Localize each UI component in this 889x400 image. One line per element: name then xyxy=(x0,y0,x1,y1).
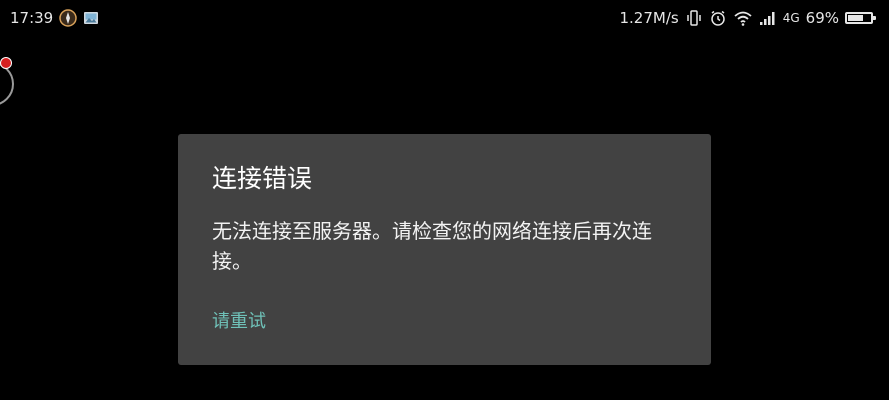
signal-icon xyxy=(759,10,777,26)
alarm-icon xyxy=(709,9,727,27)
retry-button[interactable]: 请重试 xyxy=(212,308,266,336)
network-type: 4G xyxy=(782,11,800,25)
dialog-message: 无法连接至服务器。请检查您的网络连接后再次连接。 xyxy=(212,219,652,273)
vibrate-icon xyxy=(685,9,703,27)
compass-icon xyxy=(59,9,77,27)
wifi-icon xyxy=(733,9,753,27)
image-notification-icon xyxy=(83,10,99,26)
connection-error-dialog: 连接错误 无法连接至服务器。请检查您的网络连接后再次连接。 请重试 xyxy=(178,134,711,365)
battery-fill xyxy=(848,15,863,21)
battery-icon xyxy=(845,12,876,24)
status-bar-left: 17:39 xyxy=(10,8,99,28)
floating-ball-dot-icon[interactable] xyxy=(0,57,12,69)
status-time: 17:39 xyxy=(10,9,54,27)
battery-outline xyxy=(845,12,876,24)
status-bar: 17:39 1.27M/s 4G 69% xyxy=(0,0,889,36)
battery-percent: 69% xyxy=(805,9,839,27)
status-bar-right: 1.27M/s 4G 69% xyxy=(619,8,876,28)
network-speed: 1.27M/s xyxy=(619,9,679,27)
screen: 17:39 1.27M/s 4G 69% 连接错误 无法连接至服务器。请检查您的… xyxy=(0,0,889,400)
dialog-title: 连接错误 xyxy=(212,164,313,193)
